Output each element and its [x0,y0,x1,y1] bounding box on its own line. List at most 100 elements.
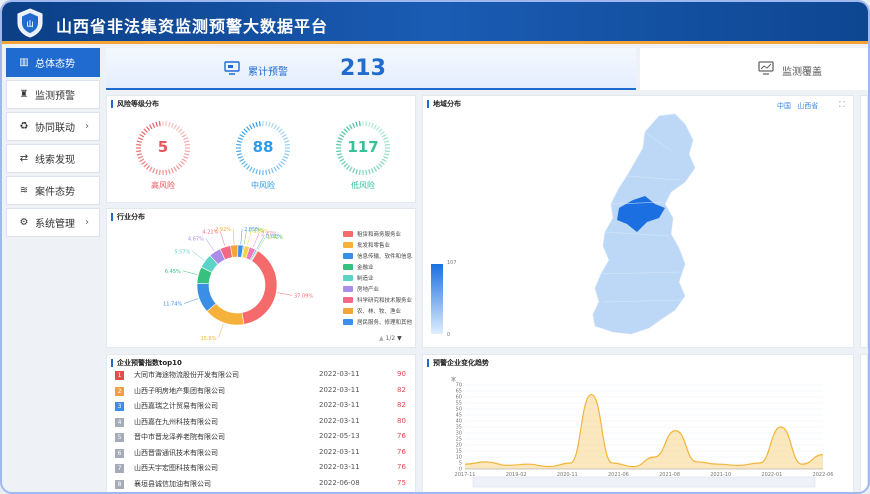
rank-badge: 2 [115,386,124,396]
legend-item[interactable]: 金融业 [343,262,374,272]
rank-badge: 6 [115,448,124,458]
pager-text: 1/2 [385,335,396,342]
legend-item[interactable]: 制造业 [343,273,374,283]
table-row[interactable]: 5 晋中市晋龙泽养老院有限公司 2022-05-13 76 [115,431,411,446]
warning-date: 2022-03-11 [319,416,360,425]
table-row[interactable]: 2 山西子明房地产集团有限公司 2022-03-11 82 [115,385,411,400]
legend-item[interactable]: 租赁和商务服务业 [343,229,401,239]
risk-gauge: 88 中风险 [235,96,291,196]
tab-monitor-label: 监测覆盖 [782,67,822,78]
donut-slice [241,250,278,325]
legend-item[interactable]: 居民服务、修理和其他 [343,317,412,327]
pager-next-icon[interactable]: ▼ [397,335,402,342]
donut-label-line [218,323,224,338]
company-name: 大同市海途物流股份开发有限公司 [134,371,239,379]
warning-score: 75 [397,478,406,487]
legend-swatch [343,308,353,314]
warning-date: 2022-03-11 [319,385,360,394]
donut-label-line [205,238,215,252]
legend-label: 信息传输、软件和信息 [357,254,413,260]
legend-item[interactable]: 科学研究和技术服务业 [343,295,412,305]
y-tick-label: 50 [456,407,462,413]
recycle-icon: ♻ [19,121,29,132]
donut-label-line [232,229,235,245]
sidebar-item-monitor[interactable]: ♜ 监测预警 [6,80,100,109]
sidebar: ▥ 总体态势 ♜ 监测预警 ♻ 协同联动 › ⇄ 线索发现 ≋ 案件态势 ⚙ 系… [6,48,100,240]
y-tick-label: 40 [456,419,462,425]
sidebar-item-label: 线索发现 [35,155,75,166]
donut-percent-label: 0.42% [268,235,284,241]
zoom-slider[interactable] [472,476,816,488]
legend-swatch [343,231,353,237]
company-name: 山西子明房地产集团有限公司 [134,386,225,395]
legend-label: 批发和零售业 [357,243,391,249]
trend-panel: 预警企业变化趋势 家 0 5 10 15 20 25 30 35 40 45 50 55 60 65 70 20… [422,354,854,492]
table-row[interactable]: 1 大同市海途物流股份开发有限公司 2022-03-11 90 [115,369,411,384]
industry-donut-chart: 37.09%15.8%11.74%6.45%5.57%4.67%4.21%2.9… [163,227,313,342]
tab-cumulative-warning[interactable]: 累计预警 213 [106,48,636,90]
y-tick-label: 25 [456,437,462,443]
table-row[interactable]: 8 襄垣县诚信加油有限公司 2022-06-08 75 [115,478,411,493]
rank-badge: 1 [115,371,124,380]
legend-label: 科学研究和技术服务业 [357,298,413,304]
alarm-icon: ♜ [19,89,29,100]
warning-date: 2022-03-11 [319,447,360,456]
exchange-icon: ⇄ [19,153,29,164]
trend-area-fill [465,394,823,469]
app-frame: 山 山西省非法集资监测预警大数据平台 ▥ 总体态势 ♜ 监测预警 ♻ 协同联动 … [0,0,870,494]
pager-prev-icon[interactable]: ▲ [379,335,384,342]
legend-swatch [343,264,353,270]
donut-label-line [192,251,205,261]
sidebar-item-coordination[interactable]: ♻ 协同联动 › [6,112,100,141]
x-tick-label: 2022-06 [813,472,834,478]
legend-swatch [343,319,353,325]
sidebar-item-label: 案件态势 [35,187,75,198]
y-tick-label: 55 [456,401,462,407]
cumulative-warning-count: 213 [340,56,386,81]
y-tick-label: 20 [456,443,462,449]
ranking-panel: 企业预警指数top10 1 大同市海途物流股份开发有限公司 2022-03-11 90… [106,354,416,493]
legend-swatch [343,286,353,292]
legend-item[interactable]: 批发和零售业 [343,240,390,250]
sidebar-item-system[interactable]: ⚙ 系统管理 › [6,208,100,237]
warning-date: 2022-06-08 [319,478,360,487]
legend-item[interactable]: 房地产业 [343,284,379,294]
chevron-right-icon: › [85,217,89,228]
tab-monitor-coverage[interactable]: 监测覆盖 [640,48,868,90]
chevron-right-icon: › [85,121,89,132]
tab-cumulative-label: 累计预警 [248,67,288,78]
donut-percent-label: 6.45% [165,269,181,275]
sidebar-item-cases[interactable]: ≋ 案件态势 [6,176,100,205]
gauge-value: 88 [252,138,274,156]
ranking-panel-title: 企业预警指数top10 [111,359,182,367]
table-row[interactable]: 4 山西嘉在九州科技有限公司 2022-03-11 80 [115,416,411,431]
sidebar-item-label: 系统管理 [35,219,75,230]
warning-score: 82 [397,401,406,409]
donut-percent-label: 5.57% [174,249,190,255]
legend-item[interactable]: 信息传输、软件和信息 [343,251,412,261]
legend-pager[interactable]: ▲ 1/2 ▼ [379,335,402,342]
sidebar-item-overview[interactable]: ▥ 总体态势 [6,48,100,77]
table-row[interactable]: 7 山西天宇宏图科技有限公司 2022-03-11 76 [115,462,411,477]
company-name: 山西嘉瑞之计贸易有限公司 [134,402,218,410]
risk-gauge: 5 高风险 [135,96,191,196]
industry-panel: 行业分布 37.09% 15.8% 11.74% 6.45% 5.57% 4.67% 4.2… [106,208,416,348]
sidebar-item-label: 监测预警 [35,91,75,102]
app-title: 山西省非法集资监测预警大数据平台 [56,17,329,36]
rank-badge: 4 [115,417,124,427]
region-map-panel: 地域分布 中国 山西省 ⛶ 107 0 [422,95,854,348]
legend-item[interactable]: 农、林、牧、渔业 [343,306,401,316]
sidebar-item-clues[interactable]: ⇄ 线索发现 [6,144,100,173]
table-row[interactable]: 3 山西嘉瑞之计贸易有限公司 2022-03-11 82 [115,400,411,415]
table-row[interactable]: 6 山西晋雷通讯技术有限公司 2022-03-11 76 [115,447,411,462]
warning-score: 76 [397,463,406,471]
warning-date: 2022-03-11 [319,401,360,409]
x-tick-label: 2017-11 [455,472,476,478]
warning-score: 80 [397,416,406,425]
legend-swatch [343,275,353,281]
company-name: 晋中市晋龙泽养老院有限公司 [134,433,225,441]
company-name: 襄垣县诚信加油有限公司 [134,479,211,488]
gauge-label: 低风险 [351,181,375,190]
y-tick-label: 30 [456,431,462,437]
legend-swatch [343,242,353,248]
